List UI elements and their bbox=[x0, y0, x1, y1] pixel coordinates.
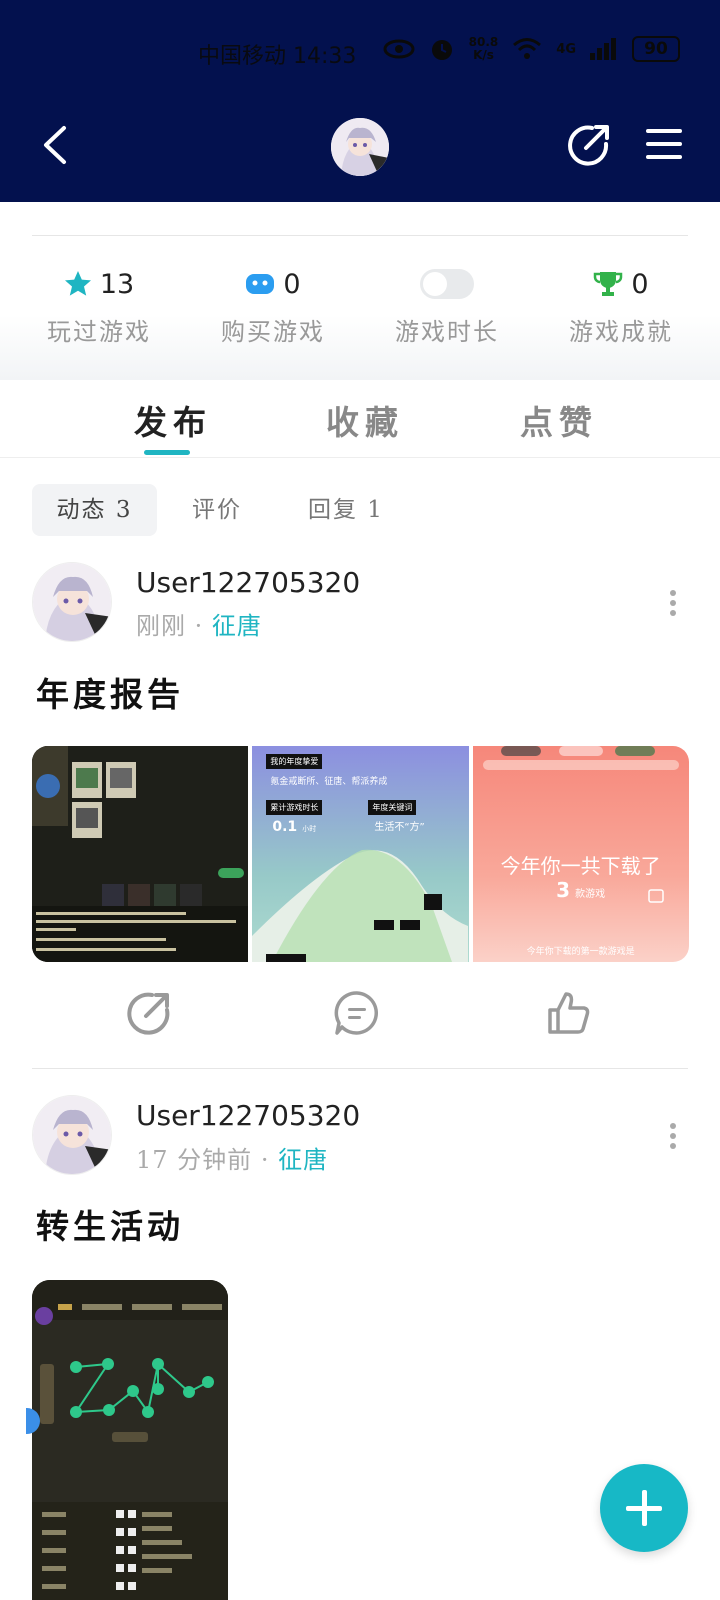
share-icon[interactable] bbox=[126, 990, 172, 1036]
post-time: 17 分钟前 bbox=[136, 1146, 253, 1174]
network-speed: 80.8 K/s bbox=[468, 35, 499, 62]
avatar-image bbox=[331, 118, 389, 176]
header-bar: 中国移动 14:33 80.8 K/s 4G 90 bbox=[0, 0, 720, 202]
trophy-icon bbox=[594, 272, 623, 296]
signal-icon bbox=[590, 38, 616, 60]
stat-achievements[interactable]: 0 游戏成就 bbox=[536, 268, 706, 347]
post-game-link[interactable]: 征唐 bbox=[278, 1146, 328, 1174]
post-meta: 17 分钟前 · 征唐 bbox=[136, 1140, 328, 1175]
report-download-text: 今年你一共下载了 bbox=[500, 854, 661, 878]
toggle-icon[interactable] bbox=[419, 268, 475, 300]
post-image-single[interactable] bbox=[32, 1280, 228, 1600]
more-options-icon[interactable] bbox=[668, 589, 678, 617]
post-meta: 刚刚 · 征唐 bbox=[136, 606, 262, 641]
report-download-count: 3 款游戏 bbox=[556, 878, 606, 902]
status-bar: 中国移动 14:33 80.8 K/s 4G 90 bbox=[0, 30, 720, 76]
share-icon[interactable] bbox=[566, 122, 612, 168]
battery-indicator: 90 bbox=[632, 36, 680, 62]
meta-separator: · bbox=[260, 1146, 270, 1174]
more-options-icon[interactable] bbox=[668, 1122, 678, 1150]
report-first-game-text: 今年你下载的第一款游戏是 bbox=[526, 947, 635, 957]
post-image-1[interactable] bbox=[32, 746, 249, 962]
back-arrow-icon[interactable] bbox=[36, 120, 76, 170]
report-playtime-label: 累计游戏时长 bbox=[266, 800, 323, 815]
star-icon bbox=[64, 271, 91, 296]
create-post-button[interactable] bbox=[600, 1464, 688, 1552]
game-screenshot bbox=[32, 1280, 228, 1600]
wifi-icon bbox=[513, 38, 542, 59]
report-favorite-games: 氪金戒断所、征唐、帮派养成 bbox=[270, 777, 388, 787]
eye-icon bbox=[383, 39, 415, 59]
gamepad-icon bbox=[246, 274, 275, 294]
stat-played-games[interactable]: 13 玩过游戏 bbox=[14, 268, 184, 347]
meta-separator: · bbox=[194, 612, 204, 640]
tab-likes[interactable]: 点赞 bbox=[520, 396, 598, 444]
post-image-2[interactable]: 我的年度挚爱 氪金戒断所、征唐、帮派养成 累计游戏时长 0.1 小时 年度关键词… bbox=[252, 746, 469, 962]
post-avatar[interactable] bbox=[32, 562, 112, 642]
subtab-replies[interactable]: 回复 1 bbox=[308, 484, 384, 536]
post-title[interactable]: 转生活动 bbox=[36, 1200, 184, 1248]
tab-publish[interactable]: 发布 bbox=[134, 396, 212, 444]
network-type: 4G bbox=[556, 41, 576, 57]
post-time: 刚刚 bbox=[136, 612, 186, 640]
tab-favorites[interactable]: 收藏 bbox=[326, 396, 404, 444]
stat-purchased-games[interactable]: 0 购买游戏 bbox=[188, 268, 358, 347]
status-icons: 80.8 K/s 4G 90 bbox=[383, 36, 680, 62]
alarm-icon bbox=[431, 40, 452, 60]
post-avatar[interactable] bbox=[32, 1095, 112, 1175]
stat-play-time[interactable]: 游戏时长 bbox=[362, 268, 532, 347]
post-image-3[interactable]: 今年你一共下载了 3 款游戏 今年你下载的第一款游戏是 bbox=[472, 746, 689, 962]
comment-icon[interactable] bbox=[334, 990, 380, 1036]
main-tabs: 发布 收藏 点赞 bbox=[0, 380, 720, 458]
plus-icon bbox=[626, 1490, 662, 1526]
stats-panel: 13 玩过游戏 0 购买游戏 游戏时长 0 游戏成就 bbox=[0, 236, 720, 380]
like-icon[interactable] bbox=[546, 990, 592, 1036]
post-game-link[interactable]: 征唐 bbox=[212, 612, 262, 640]
report-playtime: 0.1 小时 bbox=[272, 819, 317, 835]
report-keyword-label: 年度关键词 bbox=[368, 800, 417, 815]
menu-icon[interactable] bbox=[644, 124, 684, 164]
post-title[interactable]: 年度报告 bbox=[36, 668, 184, 716]
report-keyword: 生活不“方” bbox=[374, 822, 425, 833]
avatar-image bbox=[33, 563, 111, 641]
status-carrier-time: 中国移动 14:33 bbox=[198, 44, 357, 69]
subtab-reviews[interactable]: 评价 bbox=[192, 484, 242, 536]
post-image-grid[interactable]: 我的年度挚爱 氪金戒断所、征唐、帮派养成 累计游戏时长 0.1 小时 年度关键词… bbox=[32, 746, 689, 962]
subtab-moments[interactable]: 动态 3 bbox=[32, 484, 157, 536]
post-username[interactable]: User122705320 bbox=[136, 566, 360, 599]
avatar-image bbox=[33, 1096, 111, 1174]
post-username[interactable]: User122705320 bbox=[136, 1099, 360, 1132]
report-favorite-label: 我的年度挚爱 bbox=[266, 754, 323, 769]
post-separator bbox=[32, 1068, 688, 1069]
game-screenshot bbox=[32, 746, 248, 962]
active-tab-indicator bbox=[144, 450, 190, 455]
header-avatar[interactable] bbox=[331, 118, 389, 176]
